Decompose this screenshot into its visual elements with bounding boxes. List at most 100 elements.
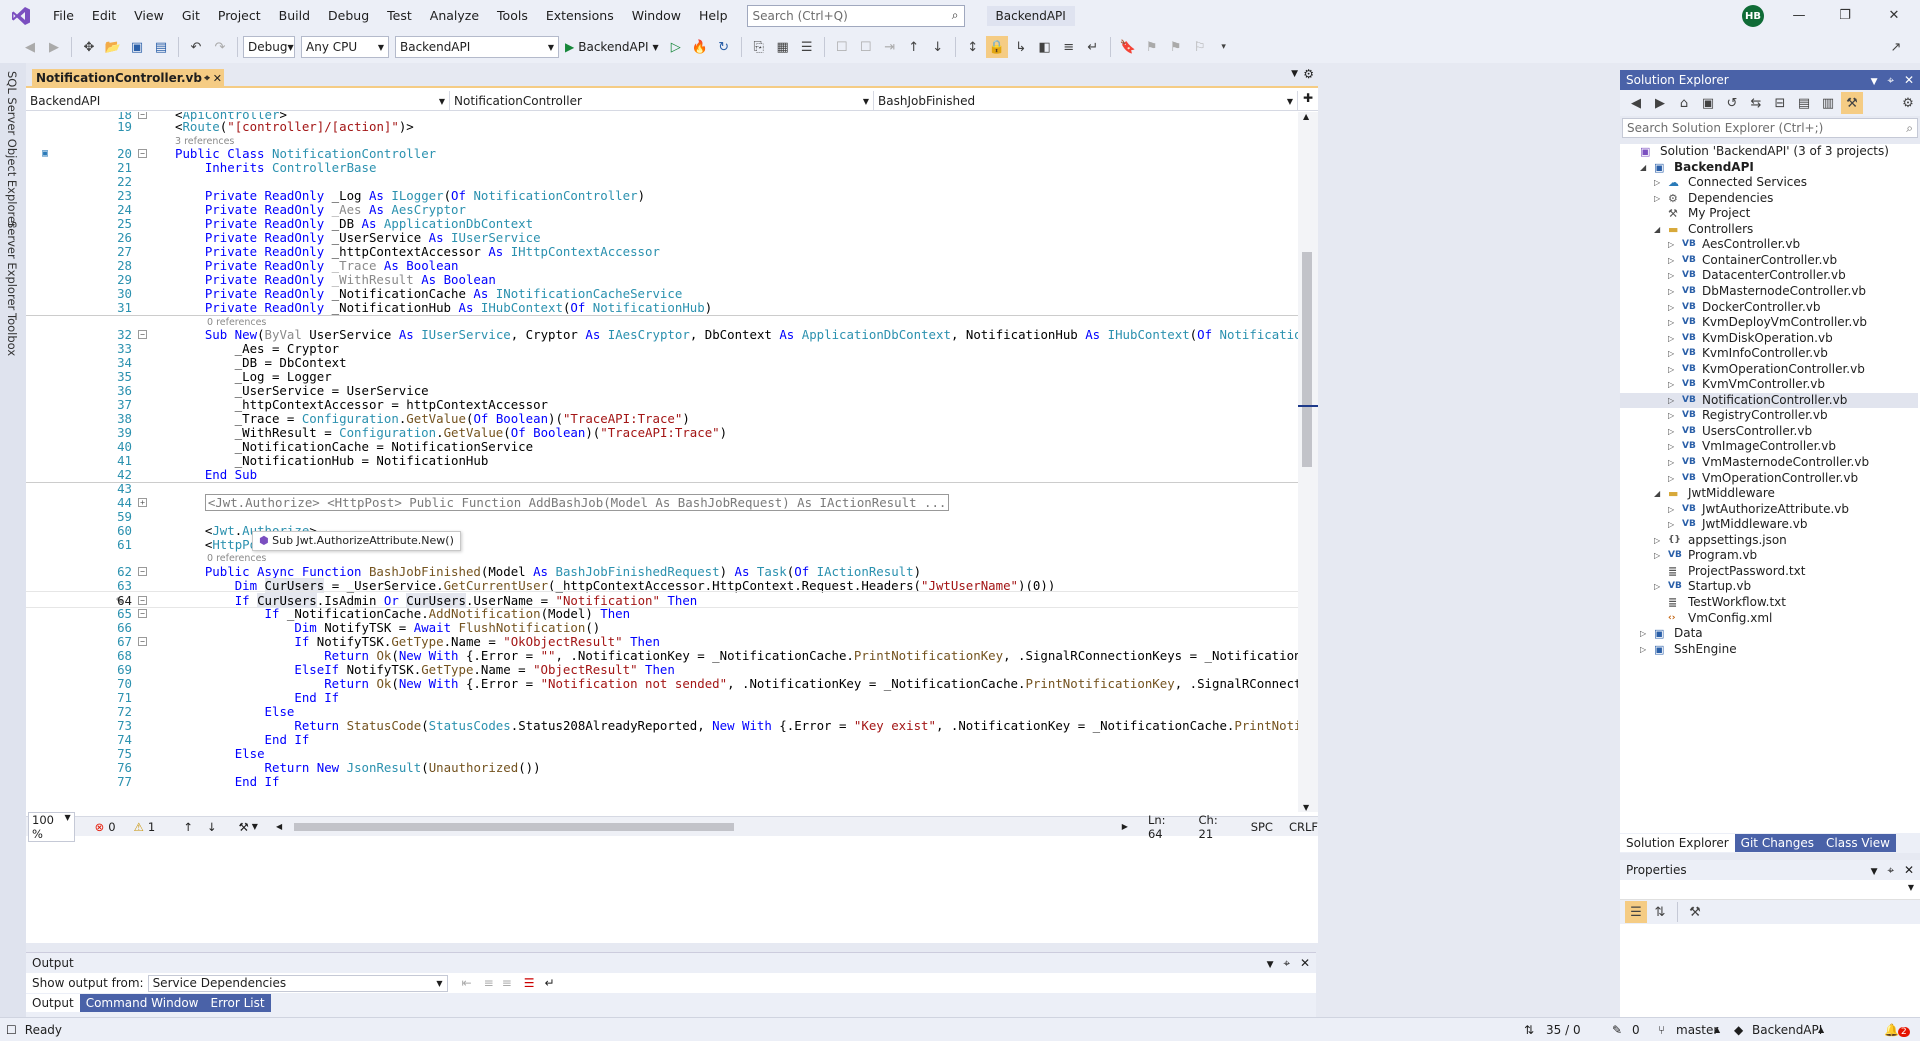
toolbox-tab[interactable]: Toolbox — [5, 313, 19, 356]
tree-item[interactable]: ▷ VB UsersController.vb — [1620, 424, 1918, 440]
collapsed-arrow-icon[interactable]: ▷ — [1654, 579, 1660, 595]
home-icon[interactable]: ⌂ — [1673, 92, 1695, 114]
previous-message-icon[interactable]: ≡ — [484, 976, 494, 990]
step-icon[interactable]: ↳ — [1010, 36, 1032, 58]
close-tab-icon[interactable]: ✕ — [213, 69, 222, 88]
menu-item-analyze[interactable]: Analyze — [421, 0, 488, 31]
close-icon[interactable]: ✕ — [1300, 956, 1310, 970]
code-cleanup-icon[interactable]: ⚒ — [238, 820, 248, 834]
tree-item[interactable]: ▷ VB VmOperationController.vb — [1620, 471, 1918, 487]
new-project-icon[interactable]: ✥ — [78, 36, 100, 58]
collapsed-arrow-icon[interactable]: ▷ — [1668, 455, 1674, 471]
tree-item[interactable]: ▷ VB NotificationController.vb — [1620, 392, 1918, 409]
fold-toggle[interactable]: − — [138, 330, 147, 339]
startup-project-select[interactable]: BackendAPI ▼ — [395, 36, 559, 58]
platform-select[interactable]: Any CPU ▼ — [301, 36, 389, 58]
chevron-up-icon[interactable]: ▲ — [1818, 1025, 1824, 1034]
property-pages-icon[interactable]: ⚒ — [1684, 901, 1706, 923]
vertical-scrollbar[interactable]: ▲ ▼ — [1298, 112, 1318, 812]
expanded-arrow-icon[interactable]: ◢ — [1654, 222, 1660, 238]
solution-explorer-search[interactable]: Search Solution Explorer (Ctrl+;) ⌕ — [1622, 118, 1918, 138]
forward-icon[interactable]: ▶ — [1649, 92, 1671, 114]
repo-icon[interactable]: ◆ — [1734, 1023, 1743, 1037]
collapsed-arrow-icon[interactable]: ▷ — [1668, 377, 1674, 393]
tree-item[interactable]: ▷ VB KvmDeployVmController.vb — [1620, 315, 1918, 331]
collapse-all-icon[interactable]: ⊟ — [1769, 92, 1791, 114]
next-issue-icon[interactable]: ↓ — [207, 820, 217, 834]
panel-menu-icon[interactable]: ▼ — [1871, 867, 1878, 877]
tree-item[interactable]: ▷ VB JwtMiddleware.vb — [1620, 517, 1918, 533]
bookmark-clear-icon[interactable]: ⚐ — [1189, 36, 1211, 58]
open-file-icon[interactable]: 📂 — [102, 36, 124, 58]
collapsed-arrow-icon[interactable]: ▷ — [1668, 517, 1674, 533]
collapse-icon[interactable]: ↕ — [962, 36, 984, 58]
fold-toggle[interactable]: − — [138, 637, 147, 646]
undo-icon[interactable]: ↶ — [185, 36, 207, 58]
find-message-icon[interactable]: ⇤ — [462, 976, 472, 990]
redo-icon[interactable]: ↷ — [209, 36, 231, 58]
collapsed-arrow-icon[interactable]: ▷ — [1654, 191, 1660, 207]
tree-item[interactable]: ▷ VB KvmVmController.vb — [1620, 377, 1918, 393]
menu-item-edit[interactable]: Edit — [83, 0, 125, 31]
format-icon[interactable]: ☰ — [796, 36, 818, 58]
collapsed-arrow-icon[interactable]: ▷ — [1668, 502, 1674, 518]
clear-all-icon[interactable]: ☰ — [524, 976, 535, 990]
menu-item-file[interactable]: File — [44, 0, 83, 31]
bookmark-next-icon[interactable]: ⚑ — [1165, 36, 1187, 58]
hot-reload-icon[interactable]: 🔥 — [689, 36, 711, 58]
expanded-arrow-icon[interactable]: ◢ — [1640, 160, 1646, 176]
run-button[interactable]: ▶ BackendAPI ▼ — [565, 40, 659, 54]
back-icon[interactable]: ◀ — [1625, 92, 1647, 114]
settings-icon[interactable]: ⚙ — [1303, 67, 1314, 81]
tree-item[interactable]: ▷ VB AesController.vb — [1620, 237, 1918, 253]
indent-mode-indicator[interactable]: SPC — [1251, 820, 1273, 834]
output-source-select[interactable]: Service Dependencies ▼ — [147, 974, 448, 992]
tab-error-list[interactable]: Error List — [204, 994, 271, 1012]
warning-count[interactable]: 1 — [148, 820, 155, 834]
search-input[interactable]: Search (Ctrl+Q) ⌕ — [746, 4, 965, 27]
tree-item[interactable]: ▷ VB Program.vb — [1620, 548, 1918, 564]
collapsed-arrow-icon[interactable]: ▷ — [1654, 533, 1660, 549]
minimize-button[interactable]: — — [1776, 0, 1822, 31]
error-count[interactable]: 0 — [108, 820, 115, 834]
tree-item[interactable]: ▷ ⚙ Dependencies — [1620, 191, 1918, 207]
pin-icon[interactable]: ⌖ — [1887, 863, 1894, 877]
forward-icon[interactable]: ▶ — [43, 36, 65, 58]
tree-item[interactable]: ▷ VB VmImageController.vb — [1620, 439, 1918, 455]
collapsed-arrow-icon[interactable]: ▷ — [1668, 315, 1674, 331]
branch-name[interactable]: master — [1676, 1023, 1718, 1037]
scroll-left-icon[interactable]: ◀ — [276, 822, 282, 831]
class-nav-select[interactable]: NotificationController ▼ — [450, 91, 874, 111]
scrollbar-thumb[interactable] — [1302, 252, 1312, 467]
collapsed-arrow-icon[interactable]: ▷ — [1668, 331, 1674, 347]
back-icon[interactable]: ◀ — [19, 36, 41, 58]
panel-menu-icon[interactable]: ▼ — [1267, 960, 1274, 970]
menu-item-test[interactable]: Test — [378, 0, 421, 31]
categorized-icon[interactable]: ☰ — [1625, 901, 1647, 923]
configuration-select[interactable]: Debug ▼ — [243, 36, 295, 58]
sql-server-object-explorer-tab[interactable]: SQL Server Object Explorer — [5, 71, 19, 228]
pending-changes-count[interactable]: 0 — [1632, 1023, 1640, 1037]
tree-item[interactable]: ▷ VB DatacenterController.vb — [1620, 268, 1918, 284]
collapsed-arrow-icon[interactable]: ▷ — [1668, 393, 1674, 409]
git-changes-count[interactable]: 35 / 0 — [1546, 1023, 1581, 1037]
pin-icon[interactable]: ⌖ — [1283, 956, 1290, 970]
line-ending-indicator[interactable]: CRLF — [1289, 820, 1318, 834]
git-changes-icon[interactable]: ⇅ — [1524, 1023, 1534, 1037]
collapsed-arrow-icon[interactable]: ▷ — [1654, 175, 1660, 191]
pin-icon[interactable]: ⌖ — [204, 69, 210, 88]
refresh-icon[interactable]: ↻ — [713, 36, 735, 58]
tab-class-view[interactable]: Class View — [1820, 834, 1896, 852]
sync-icon[interactable]: ⇆ — [1745, 92, 1767, 114]
scrollbar-up-icon[interactable]: ▲ — [1303, 112, 1309, 121]
restore-button[interactable]: ❐ — [1822, 0, 1868, 31]
tree-item[interactable]: ▷ VB DbMasternodeController.vb — [1620, 284, 1918, 300]
collapsed-arrow-icon[interactable]: ▷ — [1668, 362, 1674, 378]
start-without-debugging-icon[interactable]: ▷ — [665, 36, 687, 58]
scrollbar-down-icon[interactable]: ▼ — [1303, 803, 1309, 812]
tree-item[interactable]: ▷ VB KvmInfoController.vb — [1620, 346, 1918, 362]
list-icon[interactable]: ≡ — [1058, 36, 1080, 58]
expanded-arrow-icon[interactable]: ◢ — [1654, 486, 1660, 502]
server-explorer-tab[interactable]: Server Explorer — [5, 221, 19, 310]
tree-item[interactable]: ▷ VB DockerController.vb — [1620, 300, 1918, 316]
